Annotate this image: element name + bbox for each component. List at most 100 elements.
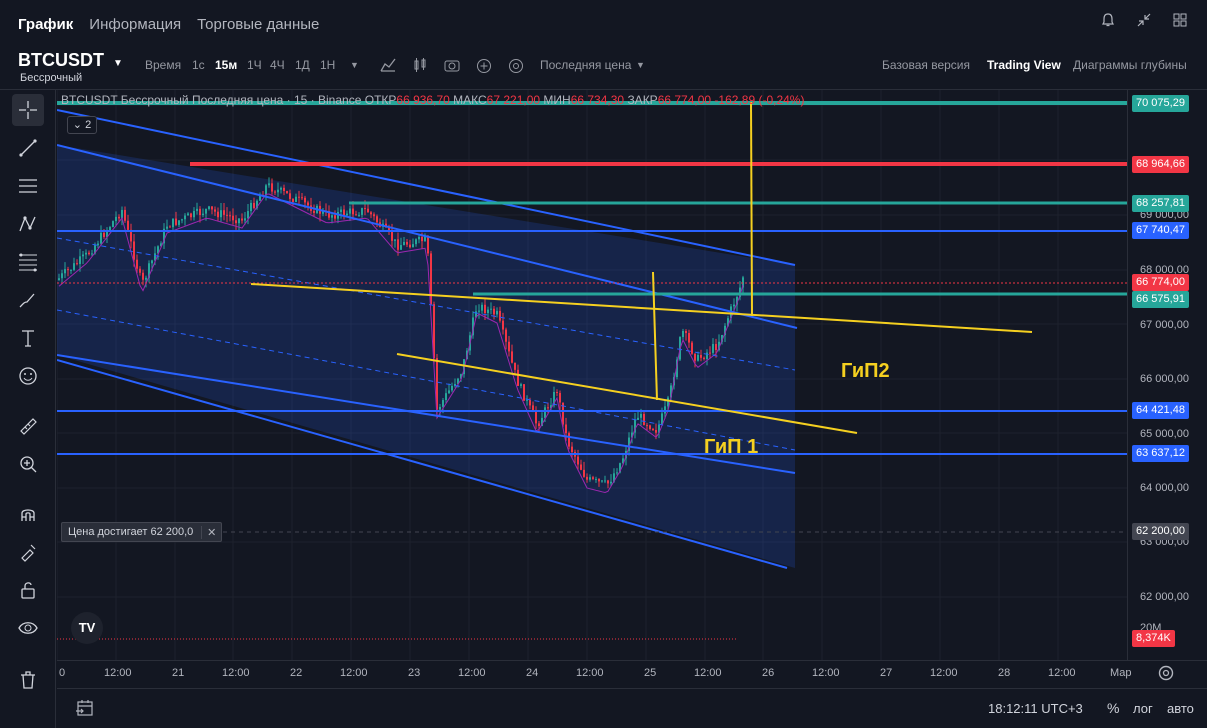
unlock-icon[interactable] [12,574,44,606]
price-chart[interactable] [57,90,1127,660]
candle-body [226,214,228,216]
candles-icon[interactable] [412,58,428,75]
time-tick: 25 [644,667,657,679]
candle-body [547,407,549,409]
price-alert[interactable]: Цена достигает 62 200,0 ✕ [61,522,223,542]
close-icon[interactable]: ✕ [201,525,221,539]
candle-body [136,259,138,269]
candle-body [712,343,714,353]
candle-body [361,208,363,215]
candle-body [409,244,411,248]
view-tradingview[interactable]: Trading View [987,58,1061,72]
interval-dropdown-icon[interactable]: ▼ [350,60,359,70]
percent-toggle[interactable]: % [1107,700,1119,716]
candle-body [499,310,501,321]
price-mode-select[interactable]: Последняя цена [540,58,631,72]
tradingview-logo: TV [71,612,103,644]
candle-body [178,220,180,225]
candle-body [556,392,558,394]
candle-body [277,189,279,193]
tab-info[interactable]: Информация [89,16,181,33]
crosshair-icon[interactable] [12,94,44,126]
fib-icon[interactable] [12,246,44,278]
interval-1h[interactable]: 1Ч [247,58,262,72]
symbol-name[interactable]: BTCUSDT [18,50,104,71]
collapse-arrows-icon[interactable] [1135,12,1153,30]
candle-body [583,469,585,477]
clock[interactable]: 18:12:11 UTC+3 [988,701,1083,716]
candle-body [406,241,408,245]
eye-icon[interactable] [12,612,44,644]
candle-body [67,269,69,271]
chevron-down-icon[interactable]: ▼ [113,58,123,69]
candle-body [688,333,690,343]
interval-15m[interactable]: 15м [215,58,237,72]
price-axis[interactable]: 69 000,00 68 000,00 67 000,00 66 000,00 … [1127,90,1207,660]
candle-body [484,304,486,314]
text-icon[interactable] [12,322,44,354]
candle-body [439,406,441,410]
candle-body [637,417,639,420]
view-depth[interactable]: Диаграммы глубины [1073,58,1187,72]
candle-body [520,384,522,386]
settings-icon[interactable] [508,58,524,77]
add-icon[interactable] [476,58,492,77]
price-tag: 8,374K [1132,630,1175,647]
symbol-type: Бессрочный [20,72,83,84]
candle-body [571,446,573,453]
magnet-icon[interactable] [12,498,44,530]
candle-body [592,477,594,479]
indicators-icon[interactable] [380,58,396,75]
brush-icon[interactable] [12,284,44,316]
tab-trading-data[interactable]: Торговые данные [197,16,319,33]
interval-4h[interactable]: 4Ч [270,58,285,72]
bell-icon[interactable] [1099,12,1117,30]
layout-grid-icon[interactable] [1171,12,1189,30]
candle-body [373,214,375,217]
camera-icon[interactable] [444,58,460,75]
legend-close: 66 774,00 [657,93,712,107]
candle-body [211,206,213,210]
chart-pane[interactable]: BTCUSDT Бессрочный Последняя цена · 15 ·… [57,90,1127,660]
candle-body [304,197,306,203]
auto-toggle[interactable]: авто [1167,701,1194,716]
trash-icon[interactable] [12,664,44,696]
emoji-icon[interactable] [12,360,44,392]
candle-body [214,209,216,212]
trendline-icon[interactable] [12,132,44,164]
ruler-icon[interactable] [12,410,44,442]
candle-body [400,245,402,250]
candle-body [580,464,582,470]
chart-legend: BTCUSDT Бессрочный Последняя цена · 15 ·… [61,93,804,107]
settings-gear-icon[interactable] [1157,664,1175,687]
candle-body [646,425,648,427]
lock-drawings-icon[interactable] [12,536,44,568]
candle-body [142,272,144,280]
view-basic[interactable]: Базовая версия [882,58,970,72]
price-tag: 68 964,66 [1132,156,1189,173]
interval-1s[interactable]: 1с [192,58,205,72]
time-tick: 27 [880,667,893,679]
interval-1d[interactable]: 1Д [295,58,310,72]
candle-body [343,209,345,216]
log-toggle[interactable]: лог [1133,701,1153,716]
legend-high: 67 221,00 [486,93,541,107]
time-tick: 12:00 [694,667,722,679]
pattern-icon[interactable] [12,208,44,240]
chevron-down-icon[interactable]: ▼ [636,60,645,70]
time-tick: 28 [998,667,1011,679]
candle-body [496,310,498,315]
indicator-collapse-button[interactable]: ⌄ 2 [67,116,97,134]
time-axis[interactable]: 0 12:00 21 12:00 22 12:00 23 12:00 24 12… [57,660,1207,688]
zoom-icon[interactable] [12,448,44,480]
candle-body [208,206,210,209]
tab-chart[interactable]: График [18,16,73,33]
candle-body [508,341,510,352]
calendar-goto-icon[interactable] [75,699,95,722]
candle-body [397,239,399,250]
candle-body [58,278,60,280]
candle-body [274,191,276,193]
interval-1w[interactable]: 1Н [320,58,335,72]
horizontal-lines-icon[interactable] [12,170,44,202]
candle-body [166,226,168,229]
